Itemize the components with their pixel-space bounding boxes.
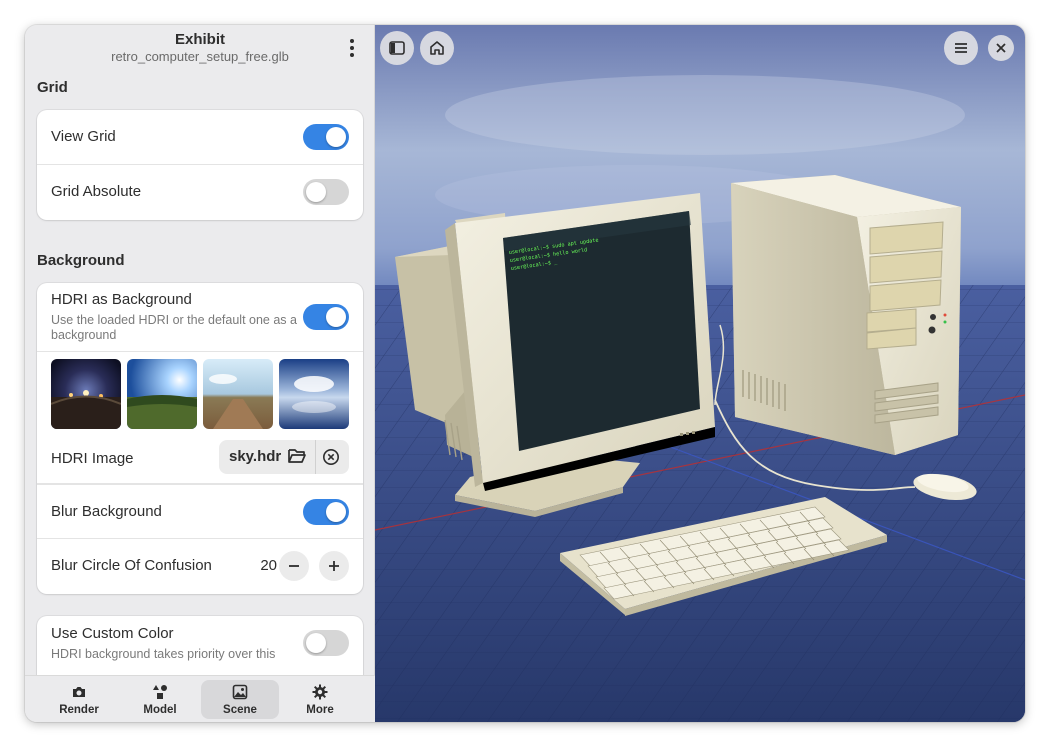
view-grid-row[interactable]: View Grid <box>37 110 363 165</box>
custom-color-switch[interactable] <box>303 630 349 656</box>
switch-knob <box>326 307 346 327</box>
decrement-button[interactable] <box>279 551 309 581</box>
hdri-image-row: HDRI Image sky.hdr <box>37 438 363 484</box>
folder-open-icon[interactable] <box>287 447 309 467</box>
bottom-navigation: Render Model Scene More <box>25 675 375 722</box>
hdri-thumbnail-dirt-road[interactable] <box>203 359 273 429</box>
settings-scroll-area[interactable]: Grid View Grid Grid Absolute Background … <box>25 71 375 675</box>
plus-icon <box>329 561 339 571</box>
switch-knob <box>326 127 346 147</box>
blur-coc-label: Blur Circle Of Confusion <box>51 557 212 574</box>
home-icon <box>430 41 444 55</box>
grid-absolute-row[interactable]: Grid Absolute <box>37 165 363 220</box>
hdri-background-label: HDRI as Background <box>51 291 192 308</box>
grid-absolute-label: Grid Absolute <box>51 183 142 200</box>
app-title: Exhibit <box>174 31 225 48</box>
gear-icon <box>312 684 328 700</box>
custom-color-label: Use Custom Color <box>51 625 174 642</box>
camera-icon <box>73 687 85 697</box>
hdri-file-chooser[interactable]: sky.hdr <box>219 440 349 474</box>
sidebar-toggle-icon <box>389 41 405 55</box>
app-window: Exhibit retro_computer_setup_free.glb Gr… <box>25 25 1025 722</box>
grid-absolute-switch[interactable] <box>303 179 349 205</box>
blur-coc-row: Blur Circle Of Confusion 20 <box>37 539 363 594</box>
background-section-title: Background <box>37 252 125 269</box>
custom-color-card: Use Custom Color HDRI background takes p… <box>37 616 363 675</box>
hdri-background-row[interactable]: HDRI as Background Use the loaded HDRI o… <box>37 283 363 352</box>
kebab-dot-icon <box>350 39 354 43</box>
hdri-file-name[interactable]: sky.hdr <box>229 448 281 465</box>
home-view-button[interactable] <box>420 31 454 65</box>
grid-section-title: Grid <box>37 79 68 96</box>
blur-background-switch[interactable] <box>303 499 349 525</box>
pill-divider <box>315 440 316 474</box>
image-icon <box>232 684 248 700</box>
tab-scene[interactable]: Scene <box>201 680 279 719</box>
blur-coc-value[interactable]: 20 <box>260 557 277 574</box>
hdri-thumbnail-sky-water[interactable] <box>279 359 349 429</box>
shapes-icon <box>153 685 167 699</box>
close-icon <box>996 43 1006 53</box>
tab-render[interactable]: Render <box>40 680 118 719</box>
hdri-thumbnail-meadow-sun[interactable] <box>127 359 197 429</box>
sidebar: Exhibit retro_computer_setup_free.glb Gr… <box>25 25 375 722</box>
custom-color-row[interactable]: Use Custom Color HDRI background takes p… <box>37 616 363 675</box>
hdri-thumbnail-night-city[interactable] <box>51 359 121 429</box>
toggle-sidebar-button[interactable] <box>380 31 414 65</box>
hdri-background-switch[interactable] <box>303 304 349 330</box>
tab-render-label: Render <box>59 704 99 716</box>
clear-circle-icon[interactable] <box>322 448 340 466</box>
kebab-dot-icon <box>350 53 354 57</box>
main-menu-button[interactable] <box>339 35 365 61</box>
background-card: HDRI as Background Use the loaded HDRI o… <box>37 283 363 594</box>
close-window-button[interactable] <box>988 35 1014 61</box>
view-grid-switch[interactable] <box>303 124 349 150</box>
hdri-image-label: HDRI Image <box>51 450 134 467</box>
tab-more[interactable]: More <box>281 680 359 719</box>
blur-background-row[interactable]: Blur Background <box>37 484 363 539</box>
hdri-background-description: Use the loaded HDRI or the default one a… <box>51 313 297 342</box>
tab-scene-label: Scene <box>223 704 257 716</box>
file-name-subtitle: retro_computer_setup_free.glb <box>111 49 289 64</box>
tab-more-label: More <box>306 704 334 716</box>
scene-render: user@local:~$ sudo apt update user@local… <box>375 25 1025 722</box>
tab-model[interactable]: Model <box>121 680 199 719</box>
hamburger-icon <box>955 43 967 53</box>
view-grid-label: View Grid <box>51 128 116 145</box>
switch-knob <box>306 633 326 653</box>
tab-model-label: Model <box>143 704 177 716</box>
switch-knob <box>306 182 326 202</box>
hamburger-menu-button[interactable] <box>944 31 978 65</box>
custom-color-description: HDRI background takes priority over this <box>51 647 276 661</box>
minus-icon <box>289 565 299 567</box>
kebab-dot-icon <box>350 46 354 50</box>
blur-background-label: Blur Background <box>51 503 162 520</box>
switch-knob <box>326 502 346 522</box>
sidebar-header: Exhibit retro_computer_setup_free.glb <box>25 25 375 71</box>
3d-viewport[interactable]: user@local:~$ sudo apt update user@local… <box>375 25 1025 722</box>
grid-card: View Grid Grid Absolute <box>37 110 363 220</box>
increment-button[interactable] <box>319 551 349 581</box>
